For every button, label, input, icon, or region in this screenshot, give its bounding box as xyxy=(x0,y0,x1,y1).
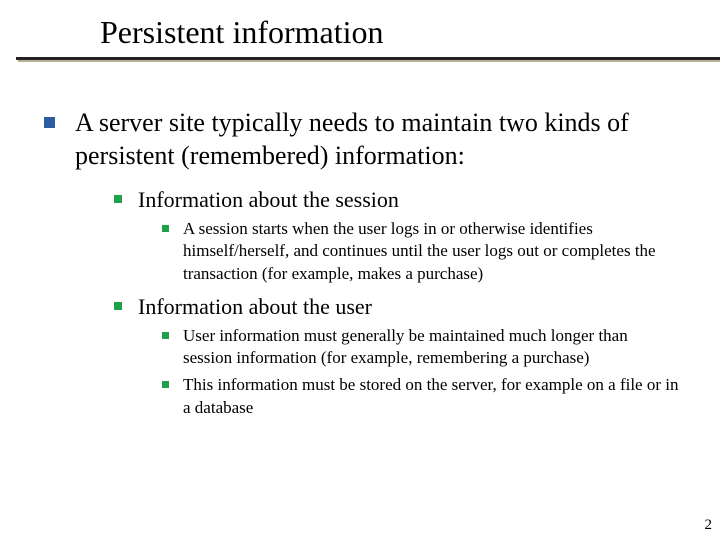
square-bullet-icon xyxy=(162,332,169,339)
page-number: 2 xyxy=(705,517,713,534)
square-bullet-icon xyxy=(162,381,169,388)
level3-text: This information must be stored on the s… xyxy=(183,374,680,419)
level3-group: User information must generally be maint… xyxy=(114,325,680,419)
bullet-level3: This information must be stored on the s… xyxy=(162,374,680,419)
level2-group: Information about the session A session … xyxy=(44,186,680,419)
square-bullet-icon xyxy=(44,117,55,128)
slide-content: A server site typically needs to maintai… xyxy=(0,61,720,419)
square-bullet-icon xyxy=(114,302,122,310)
level1-text: A server site typically needs to maintai… xyxy=(75,107,680,172)
slide-title: Persistent information xyxy=(100,14,720,51)
level3-text: User information must generally be maint… xyxy=(183,325,680,370)
level2-text: Information about the user xyxy=(138,293,372,321)
level3-group: A session starts when the user logs in o… xyxy=(114,218,680,286)
level3-text: A session starts when the user logs in o… xyxy=(183,218,680,286)
square-bullet-icon xyxy=(114,195,122,203)
bullet-level2: Information about the user xyxy=(114,293,680,321)
bullet-level3: User information must generally be maint… xyxy=(162,325,680,370)
bullet-level1: A server site typically needs to maintai… xyxy=(44,107,680,172)
level2-text: Information about the session xyxy=(138,186,399,214)
title-area: Persistent information xyxy=(0,0,720,51)
bullet-level3: A session starts when the user logs in o… xyxy=(162,218,680,286)
bullet-level2: Information about the session xyxy=(114,186,680,214)
square-bullet-icon xyxy=(162,225,169,232)
title-underline xyxy=(0,57,720,61)
